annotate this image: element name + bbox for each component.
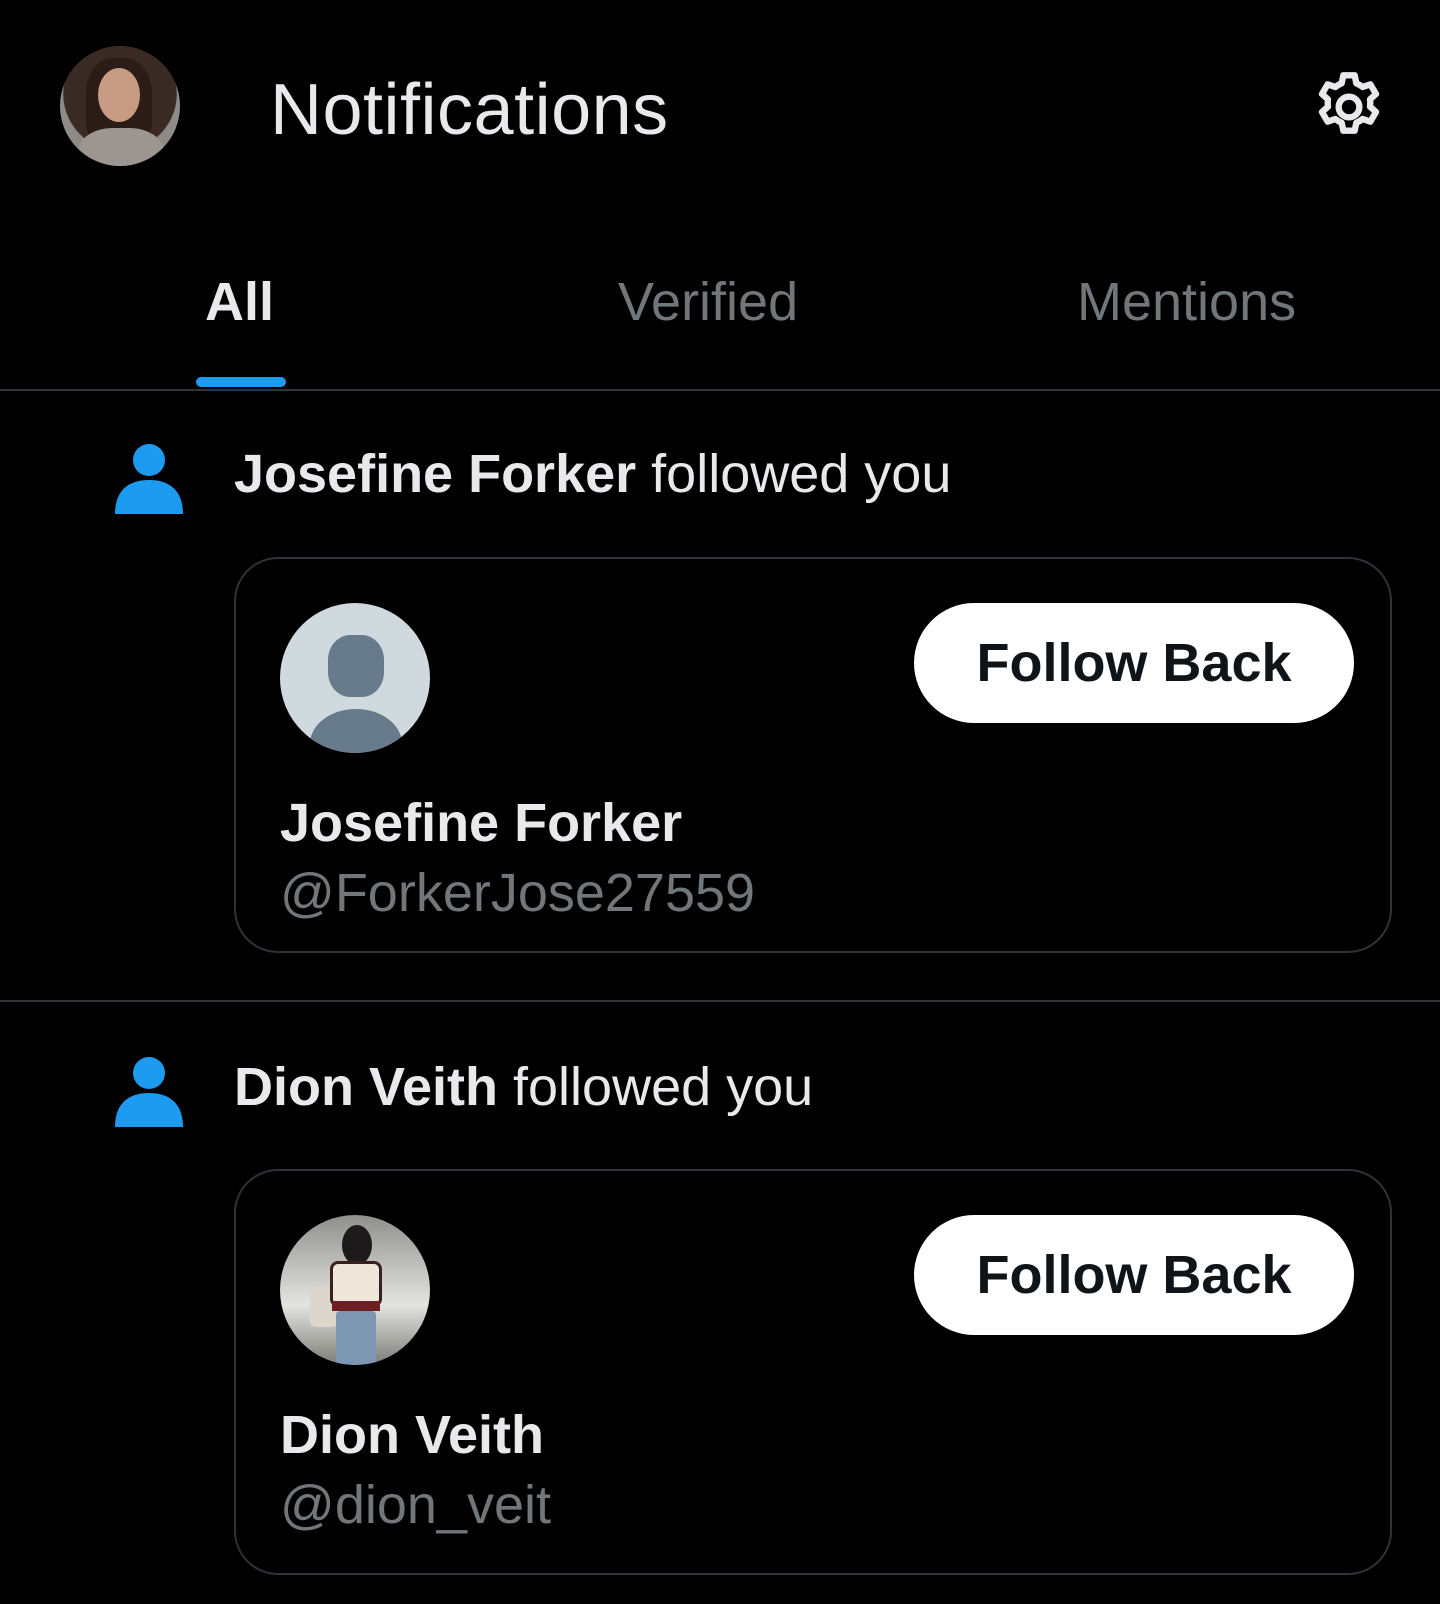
tab-all[interactable]: All <box>205 270 274 334</box>
notification-text: Dion Veith followed you <box>234 1055 813 1119</box>
photo-avatar[interactable] <box>280 1215 430 1365</box>
notification-action: followed you <box>636 444 952 504</box>
notification-action: followed you <box>498 1057 814 1117</box>
tab-mentions[interactable]: Mentions <box>1077 270 1296 334</box>
default-avatar[interactable] <box>280 603 430 753</box>
notification-text: Josefine Forker followed you <box>234 442 951 506</box>
user-handle: @ForkerJose27559 <box>280 863 756 923</box>
avatar-jeans-shape <box>336 1311 376 1365</box>
avatar-hair-shape <box>342 1225 372 1265</box>
notification-actor[interactable]: Josefine Forker <box>234 444 636 504</box>
notification-item: Josefine Forker followed you Follow Back… <box>0 390 1440 1000</box>
user-card[interactable]: Follow Back Josefine Forker @ForkerJose2… <box>234 557 1392 953</box>
profile-avatar[interactable] <box>60 46 180 166</box>
person-icon <box>115 444 183 514</box>
avatar-shirt <box>78 128 164 166</box>
person-icon <box>115 1057 183 1127</box>
user-name: Dion Veith <box>280 1405 545 1465</box>
tab-verified[interactable]: Verified <box>618 270 798 334</box>
tab-bar: All Verified Mentions <box>0 240 1440 390</box>
avatar-body-shape <box>310 709 402 753</box>
follow-back-button[interactable]: Follow Back <box>914 1215 1354 1335</box>
notification-actor[interactable]: Dion Veith <box>234 1057 498 1117</box>
user-name: Josefine Forker <box>280 793 683 853</box>
avatar-head-shape <box>328 635 384 697</box>
gear-icon <box>1318 72 1380 134</box>
avatar-face <box>98 68 140 122</box>
page-title: Notifications <box>270 70 669 150</box>
user-handle: @dion_veit <box>280 1475 551 1535</box>
user-card[interactable]: Follow Back Dion Veith @dion_veit <box>234 1169 1392 1575</box>
active-tab-indicator <box>196 377 286 387</box>
follow-back-button[interactable]: Follow Back <box>914 603 1354 723</box>
settings-button[interactable] <box>1308 66 1390 148</box>
avatar-belt-shape <box>332 1301 380 1311</box>
notification-item: Dion Veith followed you Follow Back Dion… <box>0 1002 1440 1604</box>
header-bar: Notifications <box>0 0 1440 220</box>
